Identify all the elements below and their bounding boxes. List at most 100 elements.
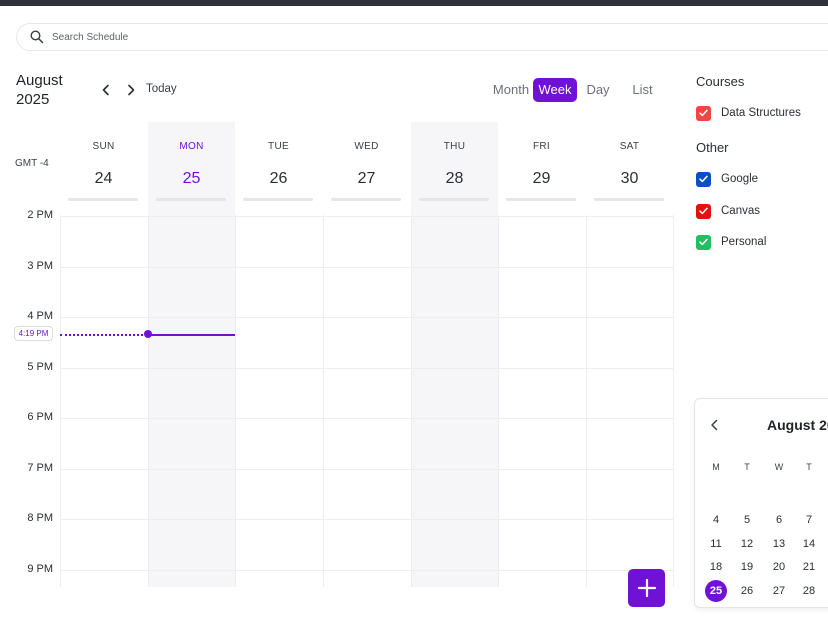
day-all-day-bar [243, 198, 313, 201]
mini-day[interactable]: 19 [734, 556, 760, 578]
day-number[interactable]: 27 [323, 170, 410, 188]
mini-day[interactable]: 11 [703, 533, 729, 555]
calendar-filter-canvas[interactable]: Canvas [696, 203, 760, 219]
hour-label: 7 PM [27, 462, 53, 474]
grid-column-line [411, 215, 412, 587]
view-day-button[interactable]: Day [583, 78, 613, 102]
mini-calendar-title: August 2025 [767, 417, 828, 433]
weekday-head: W [774, 462, 784, 472]
weekday-head: T [806, 462, 812, 472]
mini-day[interactable]: 21 [796, 556, 822, 578]
mini-day[interactable]: 14 [796, 533, 822, 555]
view-month-button[interactable]: Month [490, 78, 532, 102]
current-day-column [148, 122, 235, 587]
prev-week-button[interactable] [97, 80, 115, 100]
check-icon [699, 207, 708, 215]
day-number[interactable]: 26 [235, 170, 322, 188]
checkbox-label: Google [721, 173, 759, 185]
mini-day[interactable]: 4 [703, 509, 729, 531]
day-number[interactable]: 24 [60, 170, 147, 188]
window-top-bar [0, 0, 828, 6]
weekday-head: M [712, 462, 720, 472]
hour-label: 5 PM [27, 361, 53, 373]
calendar-filter-personal[interactable]: Personal [696, 234, 766, 250]
mini-day[interactable]: 13 [766, 533, 792, 555]
hour-label: 8 PM [27, 512, 53, 524]
grid-column-line [673, 215, 674, 587]
check-icon [699, 109, 708, 117]
checkbox-checked[interactable] [696, 234, 711, 250]
mini-calendar: August 2025 M T W T 4 5 6 7 11 12 13 14 … [694, 398, 828, 608]
mini-day-selected[interactable]: 25 [705, 580, 727, 602]
mini-day[interactable]: 28 [796, 580, 822, 602]
chevron-left-icon [710, 419, 717, 431]
hour-label: 3 PM [27, 260, 53, 272]
day-name: THU [443, 141, 466, 152]
grid-hour-line [60, 267, 674, 268]
mini-day[interactable]: 5 [734, 509, 760, 531]
checkbox-checked[interactable] [696, 105, 711, 121]
search-input[interactable] [52, 28, 452, 46]
day-name: FRI [532, 141, 550, 152]
grid-hour-line [60, 469, 674, 470]
view-list-button[interactable]: List [627, 78, 658, 102]
mini-prev-month-button[interactable] [707, 417, 721, 433]
other-heading: Other [696, 140, 729, 155]
grid-column-line [60, 215, 61, 587]
day-all-day-bar [68, 198, 138, 201]
current-time-badge: 4:19 PM [14, 326, 53, 341]
day-number-current[interactable]: 25 [148, 170, 235, 188]
today-button[interactable]: Today [146, 83, 177, 95]
grid-hour-line [60, 418, 674, 419]
week-calendar-grid[interactable]: GMT -4 SUN 24 MON 25 TUE 26 WED 27 THU 2… [0, 120, 674, 590]
timezone-label: GMT -4 [15, 158, 49, 169]
grid-column-line [235, 215, 236, 587]
hour-label: 6 PM [27, 411, 53, 423]
mini-day[interactable]: 6 [766, 509, 792, 531]
day-all-day-bar [506, 198, 576, 201]
grid-hour-line [60, 216, 674, 217]
grid-column-line [498, 215, 499, 587]
current-time-dotted-line [60, 334, 147, 336]
mini-day[interactable]: 27 [766, 580, 792, 602]
check-icon [699, 175, 708, 183]
day-number[interactable]: 30 [586, 170, 673, 188]
current-time-marker [144, 330, 152, 338]
hour-label: 9 PM [27, 563, 53, 575]
mini-day[interactable]: 26 [734, 580, 760, 602]
next-week-button[interactable] [122, 80, 140, 100]
course-filter-data-structures[interactable]: Data Structures [696, 105, 801, 121]
day-all-day-bar [594, 198, 664, 201]
add-event-button[interactable] [628, 569, 665, 607]
shaded-day-column [411, 122, 498, 587]
mini-day[interactable]: 20 [766, 556, 792, 578]
current-time-line [148, 333, 235, 336]
grid-column-line [586, 215, 587, 587]
courses-heading: Courses [696, 74, 745, 89]
weekday-head: T [744, 462, 750, 472]
hour-label: 4 PM [27, 310, 53, 322]
search-bar[interactable] [16, 23, 828, 51]
day-name-current: MON [179, 141, 204, 152]
day-name: SAT [619, 141, 640, 152]
grid-column-line [148, 215, 149, 587]
view-week-button[interactable]: Week [533, 78, 577, 102]
grid-hour-line [60, 570, 674, 571]
mini-day[interactable]: 7 [796, 509, 822, 531]
day-name: TUE [268, 141, 289, 152]
mini-day[interactable]: 18 [703, 556, 729, 578]
checkbox-checked[interactable] [696, 203, 711, 219]
chevron-right-icon [128, 84, 135, 96]
mini-day[interactable]: 12 [734, 533, 760, 555]
checkbox-label: Canvas [721, 205, 760, 217]
checkbox-checked[interactable] [696, 171, 711, 187]
day-number[interactable]: 28 [411, 170, 498, 188]
grid-hour-line [60, 368, 674, 369]
checkbox-label: Data Structures [721, 107, 801, 119]
day-name: WED [354, 141, 379, 152]
day-name: SUN [92, 141, 115, 152]
hour-label: 2 PM [27, 209, 53, 221]
day-number[interactable]: 29 [498, 170, 585, 188]
calendar-filter-google[interactable]: Google [696, 171, 758, 187]
check-icon [699, 238, 708, 246]
